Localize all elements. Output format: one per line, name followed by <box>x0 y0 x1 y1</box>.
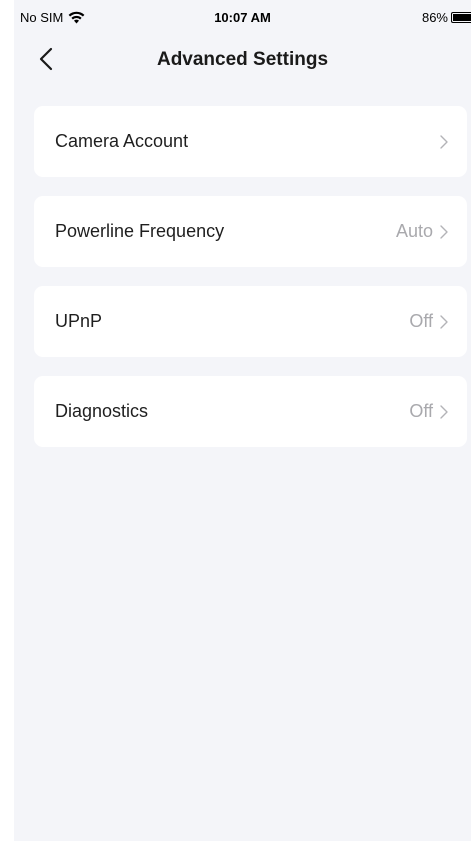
navigation-bar: Advanced Settings <box>14 36 471 86</box>
setting-value: Auto <box>395 221 433 241</box>
battery-percent: 86% <box>421 10 448 25</box>
chevron-right-icon <box>440 134 448 149</box>
setting-right: Off <box>409 401 449 422</box>
setting-label: Powerline Frequency <box>55 221 225 241</box>
status-time: 10:07 AM <box>214 10 271 25</box>
setting-value: Off <box>409 311 433 331</box>
setting-label: Diagnostics <box>55 401 149 421</box>
chevron-right-icon <box>440 314 448 329</box>
status-bar: No SIM 10:07 AM 86% <box>14 0 471 36</box>
battery-icon <box>451 12 471 23</box>
setting-right <box>433 134 449 150</box>
setting-camera-account[interactable]: Camera Account <box>34 106 467 177</box>
setting-label: UPnP <box>55 311 103 331</box>
chevron-right-icon <box>440 224 448 239</box>
settings-list: Camera Account Powerline Frequency Auto … <box>34 106 467 466</box>
setting-value: Off <box>409 401 433 421</box>
setting-upnp[interactable]: UPnP Off <box>34 286 467 357</box>
setting-powerline-frequency[interactable]: Powerline Frequency Auto <box>34 196 467 267</box>
setting-right: Auto <box>396 221 449 242</box>
app-screen: No SIM 10:07 AM 86% Advanced Settings Ca… <box>14 0 471 841</box>
setting-right: Off <box>409 311 449 332</box>
setting-label: Camera Account <box>55 131 189 151</box>
battery-status: 86% <box>422 10 471 25</box>
chevron-right-icon <box>440 404 448 419</box>
page-title: Advanced Settings <box>156 49 329 70</box>
setting-diagnostics[interactable]: Diagnostics Off <box>34 376 467 447</box>
